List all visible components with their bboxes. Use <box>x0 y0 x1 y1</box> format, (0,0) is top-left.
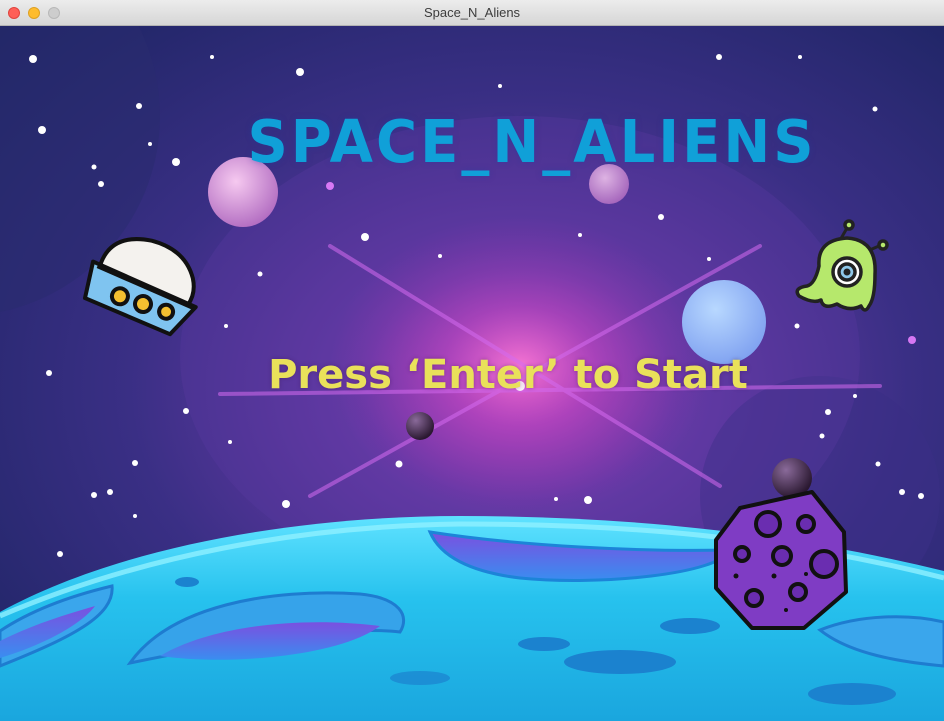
window-title: Space_N_Aliens <box>423 5 521 20</box>
asteroid-icon <box>714 490 848 630</box>
game-canvas[interactable]: SPACE_N_ALIENS Press ‘Enter’ to Start <box>0 26 944 721</box>
title-bar: Space_N_Aliens <box>0 0 944 26</box>
app-window: Space_N_Aliens SPACE_N_ALIENS Press ‘Ent… <box>0 0 944 721</box>
planet-icon <box>406 412 434 440</box>
game-title: SPACE_N_ALIENS <box>247 108 817 177</box>
start-prompt: Press ‘Enter’ to Start <box>268 352 748 398</box>
